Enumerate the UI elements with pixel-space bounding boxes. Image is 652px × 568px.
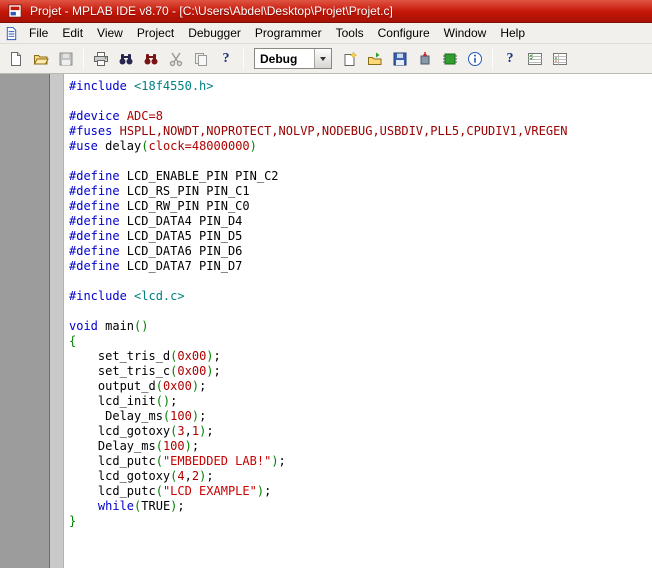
menu-programmer[interactable]: Programmer	[248, 24, 329, 42]
code-line: #define LCD_DATA5 PIN_D5	[69, 229, 243, 243]
menu-file[interactable]: File	[22, 24, 55, 42]
copy-button[interactable]	[189, 47, 213, 71]
title-bar[interactable]: Projet - MPLAB IDE v8.70 - [C:\Users\Abd…	[0, 0, 652, 23]
debug-mode-select[interactable]: Debug	[254, 48, 332, 69]
new-project-button[interactable]	[338, 47, 362, 71]
code-line: #define LCD_RS_PIN PIN_C1	[69, 184, 250, 198]
window-title: Projet - MPLAB IDE v8.70 - [C:\Users\Abd…	[30, 4, 393, 18]
save-workspace-button[interactable]	[388, 47, 412, 71]
print-icon	[94, 51, 108, 66]
app-icon	[8, 4, 22, 18]
toolbar-separator	[243, 48, 244, 69]
mdi-workspace: #include <18f4550.h> #device ADC=8 #fuses…	[0, 74, 652, 568]
chevron-down-icon	[320, 56, 326, 61]
help-topics-button[interactable]: ?	[498, 47, 522, 71]
read-target-button[interactable]	[438, 47, 462, 71]
code-line: lcd_putc("LCD EXAMPLE");	[69, 484, 272, 498]
find-in-files-button[interactable]	[139, 47, 163, 71]
code-line: }	[69, 514, 77, 528]
menu-edit[interactable]: Edit	[55, 24, 90, 42]
code-line: void main()	[69, 319, 149, 333]
code-line: {	[69, 334, 77, 348]
help-icon: ?	[222, 50, 230, 66]
code-line: #use delay(clock=48000000)	[69, 139, 257, 153]
find-button[interactable]	[114, 47, 138, 71]
menu-bar: File Edit View Project Debugger Programm…	[0, 23, 652, 44]
help-topics-icon: ?	[506, 50, 514, 66]
toolbar-separator	[83, 48, 84, 69]
code-line: lcd_putc("EMBEDDED LAB!");	[69, 454, 286, 468]
toolbar: ? Debug ?	[0, 44, 652, 74]
editor-window: #include <18f4550.h> #device ADC=8 #fuses…	[49, 74, 652, 568]
code-line: #define LCD_DATA4 PIN_D4	[69, 214, 243, 228]
program-target-icon	[420, 51, 430, 64]
mplab-window: Projet - MPLAB IDE v8.70 - [C:\Users\Abd…	[0, 0, 652, 568]
help-button[interactable]: ?	[214, 47, 238, 71]
cut-button[interactable]	[164, 47, 188, 71]
editor-gutter[interactable]	[50, 74, 64, 568]
checklist-window-2-button[interactable]	[548, 47, 572, 71]
code-line: output_d(0x00);	[69, 379, 207, 393]
menu-configure[interactable]: Configure	[371, 24, 437, 42]
new-file-icon	[11, 51, 21, 66]
menu-window[interactable]: Window	[437, 24, 494, 42]
code-line: #fuses HSPLL,NOWDT,NOPROTECT,NOLVP,NODEB…	[69, 124, 568, 138]
toolbar-separator	[492, 48, 493, 69]
find-in-files-icon	[144, 53, 158, 64]
checklist-window-1-button[interactable]	[523, 47, 547, 71]
print-button[interactable]	[89, 47, 113, 71]
checklist-grid-icon	[553, 52, 567, 65]
save-workspace-icon	[393, 52, 407, 65]
open-project-icon	[368, 52, 382, 65]
save-icon	[59, 52, 73, 65]
new-file-button[interactable]	[4, 47, 28, 71]
program-target-button[interactable]	[413, 47, 437, 71]
read-target-icon	[443, 53, 457, 64]
code-line: #include <lcd.c>	[69, 289, 185, 303]
find-binoculars-icon	[119, 53, 133, 64]
menu-view[interactable]: View	[90, 24, 130, 42]
code-line: #define LCD_RW_PIN PIN_C0	[69, 199, 250, 213]
copy-icon	[195, 52, 207, 66]
menu-tools[interactable]: Tools	[329, 24, 371, 42]
code-line: Delay_ms(100);	[69, 409, 207, 423]
combo-dropdown-button[interactable]	[314, 49, 331, 68]
cut-icon	[169, 52, 183, 66]
code-area[interactable]: #include <18f4550.h> #device ADC=8 #fuses…	[64, 74, 652, 568]
save-file-button[interactable]	[54, 47, 78, 71]
info-icon	[468, 51, 482, 66]
code-line: lcd_gotoxy(3,1);	[69, 424, 214, 438]
menu-debugger[interactable]: Debugger	[181, 24, 248, 42]
code-line: set_tris_d(0x00);	[69, 349, 221, 363]
code-line: #define LCD_DATA7 PIN_D7	[69, 259, 243, 273]
code-line: set_tris_c(0x00);	[69, 364, 221, 378]
open-project-button[interactable]	[363, 47, 387, 71]
menu-help[interactable]: Help	[493, 24, 532, 42]
code-line: #define LCD_DATA6 PIN_D6	[69, 244, 243, 258]
new-project-icon	[344, 50, 358, 66]
target-info-button[interactable]	[463, 47, 487, 71]
open-folder-icon	[33, 54, 49, 64]
code-line: while(TRUE);	[97, 499, 185, 513]
document-icon[interactable]	[4, 26, 19, 41]
menu-project[interactable]: Project	[130, 24, 181, 42]
code-line: #define LCD_ENABLE_PIN PIN_C2	[69, 169, 279, 183]
code-line: Delay_ms(100);	[69, 439, 200, 453]
code-line: lcd_gotoxy(4,2);	[69, 469, 214, 483]
code-line: #device ADC=8	[69, 109, 163, 123]
debug-mode-value: Debug	[260, 51, 298, 66]
code-line: lcd_init();	[69, 394, 178, 408]
checklist-icon	[528, 52, 542, 65]
code-line: #include <18f4550.h>	[69, 79, 214, 93]
open-file-button[interactable]	[29, 47, 53, 71]
